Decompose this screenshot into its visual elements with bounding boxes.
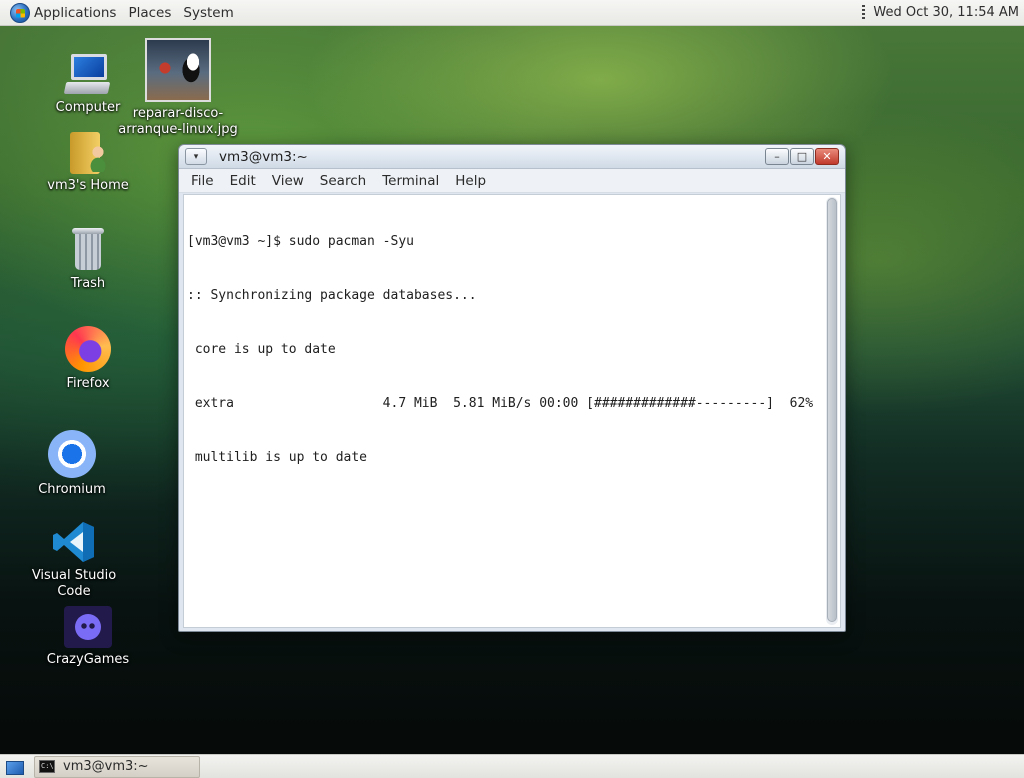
close-button[interactable]: ✕: [815, 148, 839, 165]
firefox-icon: [65, 326, 111, 372]
taskbar-terminal-button[interactable]: C:\ vm3@vm3:~: [34, 755, 200, 778]
trash-icon: [70, 226, 106, 272]
desktop-icon-label: vm3's Home: [47, 178, 129, 193]
panel-handle-icon[interactable]: [862, 4, 866, 21]
desktop-icon-vscode[interactable]: Visual Studio Code: [14, 520, 134, 600]
close-icon: ✕: [822, 150, 832, 163]
terminal-line: multilib is up to date: [187, 450, 368, 465]
places-menu[interactable]: Places: [122, 0, 177, 26]
terminal-scrollbar[interactable]: [826, 197, 838, 625]
desktop-icon-firefox[interactable]: Firefox: [28, 326, 148, 392]
desktop-icon-label: Firefox: [66, 376, 110, 391]
chromium-icon: [48, 430, 96, 478]
home-folder-icon: [68, 130, 108, 174]
terminal-output[interactable]: [vm3@vm3 ~]$ sudo pacman -Syu :: Synchro…: [187, 197, 825, 625]
terminal-line: extra 4.7 MiB 5.81 MiB/s 00:00 [########…: [187, 396, 814, 411]
desktop-icon-label: CrazyGames: [46, 652, 130, 667]
scrollbar-thumb[interactable]: [827, 198, 837, 622]
chevron-down-icon: ▾: [193, 151, 199, 162]
maximize-button[interactable]: □: [790, 148, 814, 165]
applications-menu-label: Applications: [34, 4, 117, 21]
window-titlebar[interactable]: ▾ vm3@vm3:~ – □ ✕: [179, 145, 845, 169]
image-thumbnail-icon: [145, 38, 211, 102]
bottom-panel: C:\ vm3@vm3:~: [0, 754, 1024, 778]
places-menu-label: Places: [128, 4, 172, 21]
terminal-line: core is up to date: [187, 342, 336, 357]
taskbar-terminal-label: vm3@vm3:~: [63, 759, 149, 774]
clock[interactable]: Wed Oct 30, 11:54 AM: [873, 5, 1024, 20]
desktop-icon-trash[interactable]: Trash: [28, 226, 148, 292]
menu-help[interactable]: Help: [447, 173, 494, 189]
minimize-button[interactable]: –: [765, 148, 789, 165]
applications-icon: [10, 2, 30, 23]
desktop-icon-image-file[interactable]: reparar-disco- arranque-linux.jpg: [118, 38, 238, 138]
terminal-window[interactable]: ▾ vm3@vm3:~ – □ ✕ File Edit View Search …: [178, 144, 846, 632]
vscode-icon: [52, 520, 96, 564]
computer-icon: [63, 54, 111, 96]
window-title: vm3@vm3:~: [219, 148, 308, 165]
desktop-icon-label-line1: reparar-disco-: [132, 106, 224, 121]
menu-file[interactable]: File: [183, 173, 222, 189]
terminal-area[interactable]: [vm3@vm3 ~]$ sudo pacman -Syu :: Synchro…: [183, 194, 841, 628]
terminal-line: [vm3@vm3 ~]$ sudo pacman -Syu: [187, 234, 414, 249]
window-menu-button[interactable]: ▾: [185, 148, 207, 165]
crazygames-icon: [64, 606, 112, 648]
menu-view[interactable]: View: [264, 173, 312, 189]
menu-search[interactable]: Search: [312, 173, 374, 189]
menu-terminal[interactable]: Terminal: [374, 173, 447, 189]
show-desktop-icon[interactable]: [4, 757, 26, 777]
menu-edit[interactable]: Edit: [222, 173, 264, 189]
window-menubar: File Edit View Search Terminal Help: [179, 169, 845, 193]
desktop-icon-label: Visual Studio Code: [31, 568, 117, 599]
desktop-icon-label: Chromium: [38, 482, 106, 497]
desktop-icon-home[interactable]: vm3's Home: [28, 130, 148, 194]
top-panel: Applications Places System Wed Oct 30, 1…: [0, 0, 1024, 26]
terminal-line: :: Synchronizing package databases...: [187, 288, 477, 303]
system-menu[interactable]: System: [177, 0, 239, 26]
system-menu-label: System: [183, 4, 234, 21]
desktop-icon-crazygames[interactable]: CrazyGames: [28, 606, 148, 668]
maximize-icon: □: [796, 150, 808, 163]
applications-menu[interactable]: Applications: [0, 0, 122, 26]
desktop-icon-label: Trash: [70, 276, 106, 291]
desktop-icon-chromium[interactable]: Chromium: [12, 430, 132, 498]
terminal-icon: C:\: [39, 760, 55, 773]
minimize-icon: –: [774, 150, 780, 163]
